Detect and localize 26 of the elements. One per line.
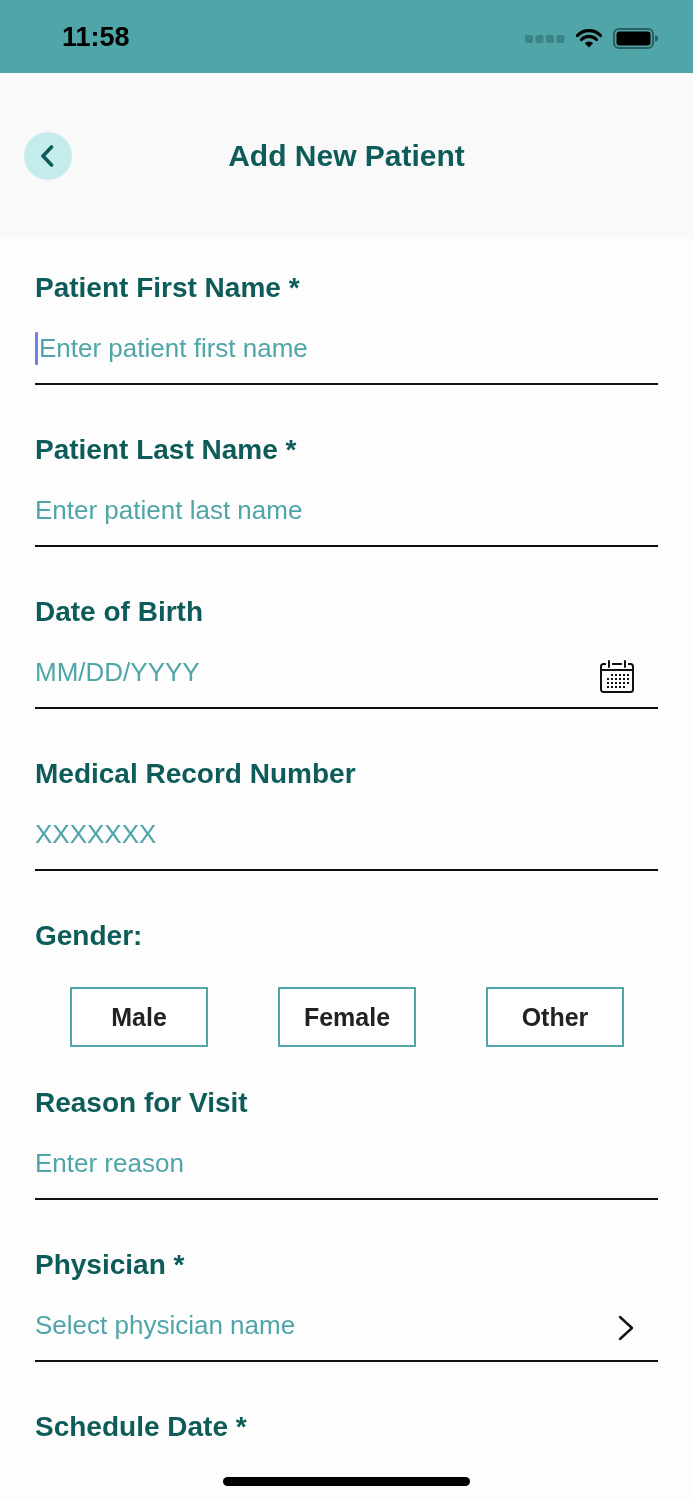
signal-icon (525, 34, 565, 43)
field-label: Reason for Visit (35, 1087, 248, 1119)
battery-icon (613, 28, 658, 49)
status-time: 11:58 (62, 21, 130, 53)
option-button[interactable]: Female (278, 987, 416, 1047)
field-label: Date of Birth (35, 596, 203, 628)
text-field[interactable]: Enter patient first name (35, 328, 658, 385)
calendar-icon (600, 660, 634, 693)
date-field[interactable]: MM/DD/YYYY (35, 652, 658, 709)
field-label: Patient Last Name * (35, 434, 297, 466)
back-icon (40, 144, 54, 167)
back-button[interactable] (24, 131, 72, 180)
text-field[interactable]: Enter patient last name (35, 490, 658, 547)
field-label: Medical Record Number (35, 758, 356, 790)
option-button[interactable]: Male (70, 987, 208, 1047)
wifi-icon (576, 29, 602, 48)
field-label: Physician * (35, 1249, 185, 1281)
field-label: Patient First Name * (35, 272, 300, 304)
text-field[interactable]: XXXXXXX (35, 814, 658, 871)
field-label: Schedule Date * (35, 1411, 247, 1443)
select-field[interactable]: Select physician name (35, 1305, 658, 1362)
text-field[interactable]: Enter reason (35, 1143, 658, 1200)
chevron-right-icon (618, 1315, 634, 1341)
page-title: Add New Patient (228, 138, 465, 173)
field-label: Gender: (35, 920, 143, 952)
option-button[interactable]: Other (486, 987, 624, 1047)
